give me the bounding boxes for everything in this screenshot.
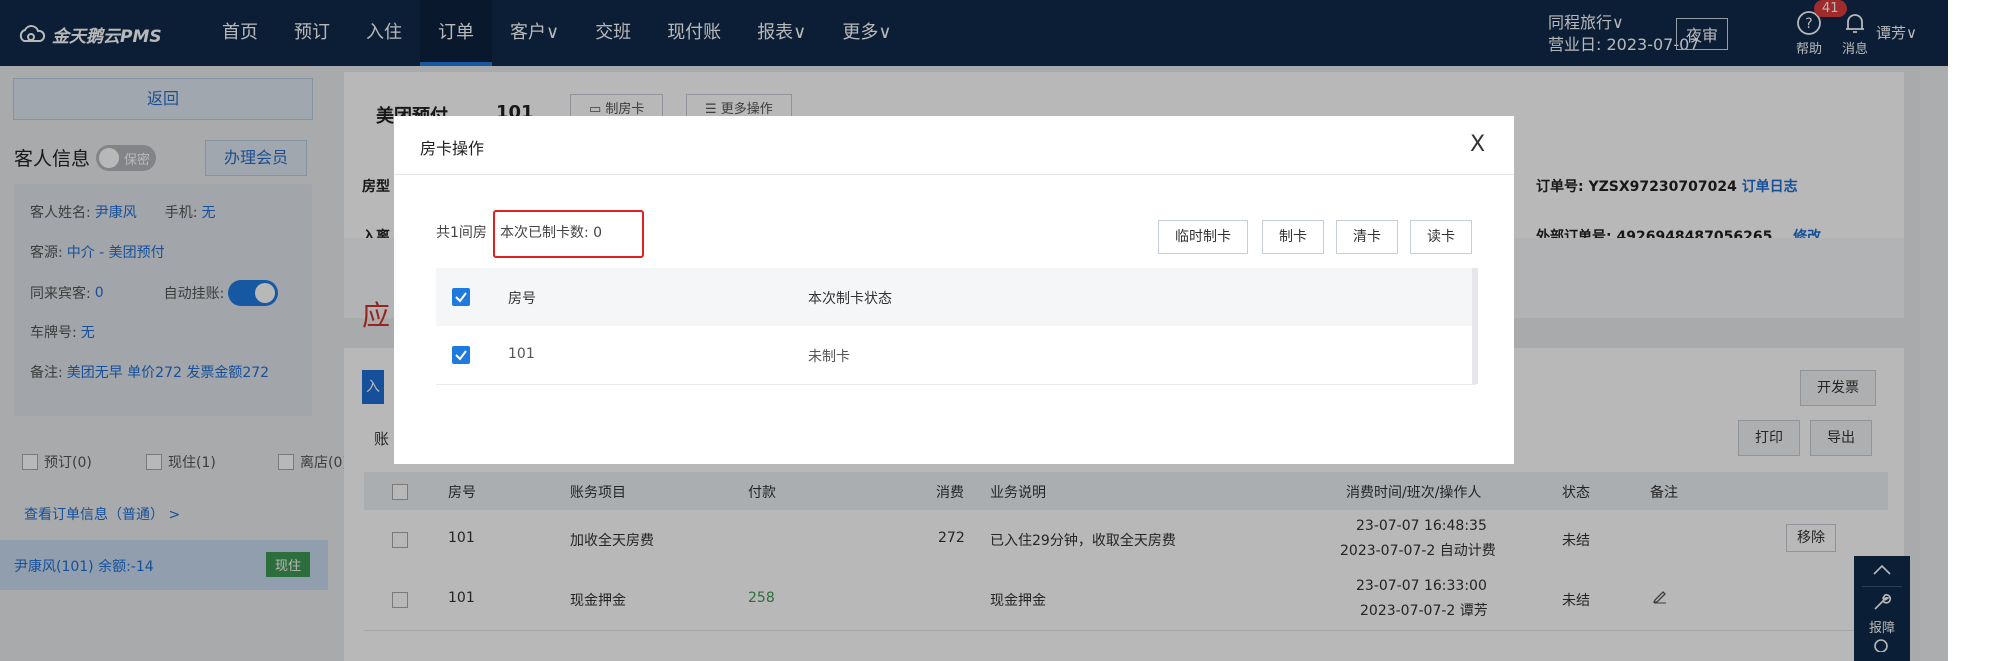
- card-table-header: 房号 本次制卡状态: [436, 268, 1476, 326]
- checkmark-icon: [455, 292, 467, 303]
- room-count-text: 共1间房: [436, 225, 487, 241]
- read-card-button[interactable]: 读卡: [1410, 220, 1472, 254]
- room-card-dialog: 房卡操作 X 共1间房 本次已制卡数: 0 临时制卡 制卡 清卡 读卡 房号 本…: [394, 116, 1514, 464]
- checkmark-icon: [455, 350, 467, 361]
- highlight-annotation-box: [493, 210, 644, 258]
- row-checkbox[interactable]: [452, 346, 470, 364]
- row-room: 101: [508, 346, 535, 362]
- make-card-button[interactable]: 制卡: [1262, 220, 1324, 254]
- table-scrollbar[interactable]: [1472, 268, 1478, 384]
- row-card-status: 未制卡: [808, 349, 850, 365]
- dialog-title: 房卡操作: [420, 139, 485, 158]
- table-row[interactable]: 101 未制卡: [436, 326, 1476, 385]
- close-icon[interactable]: X: [1470, 132, 1485, 157]
- col-card-status: 本次制卡状态: [808, 291, 892, 307]
- temp-make-card-button[interactable]: 临时制卡: [1158, 220, 1248, 254]
- clear-card-button[interactable]: 清卡: [1336, 220, 1398, 254]
- select-all-checkbox[interactable]: [452, 288, 470, 306]
- app-window: 金天鹅云PMS 首页 预订 入住 订单 客户∨ 交班 现付账 报表∨ 更多∨ 同…: [0, 0, 1948, 661]
- col-room: 房号: [508, 291, 536, 307]
- dialog-divider: [394, 174, 1514, 175]
